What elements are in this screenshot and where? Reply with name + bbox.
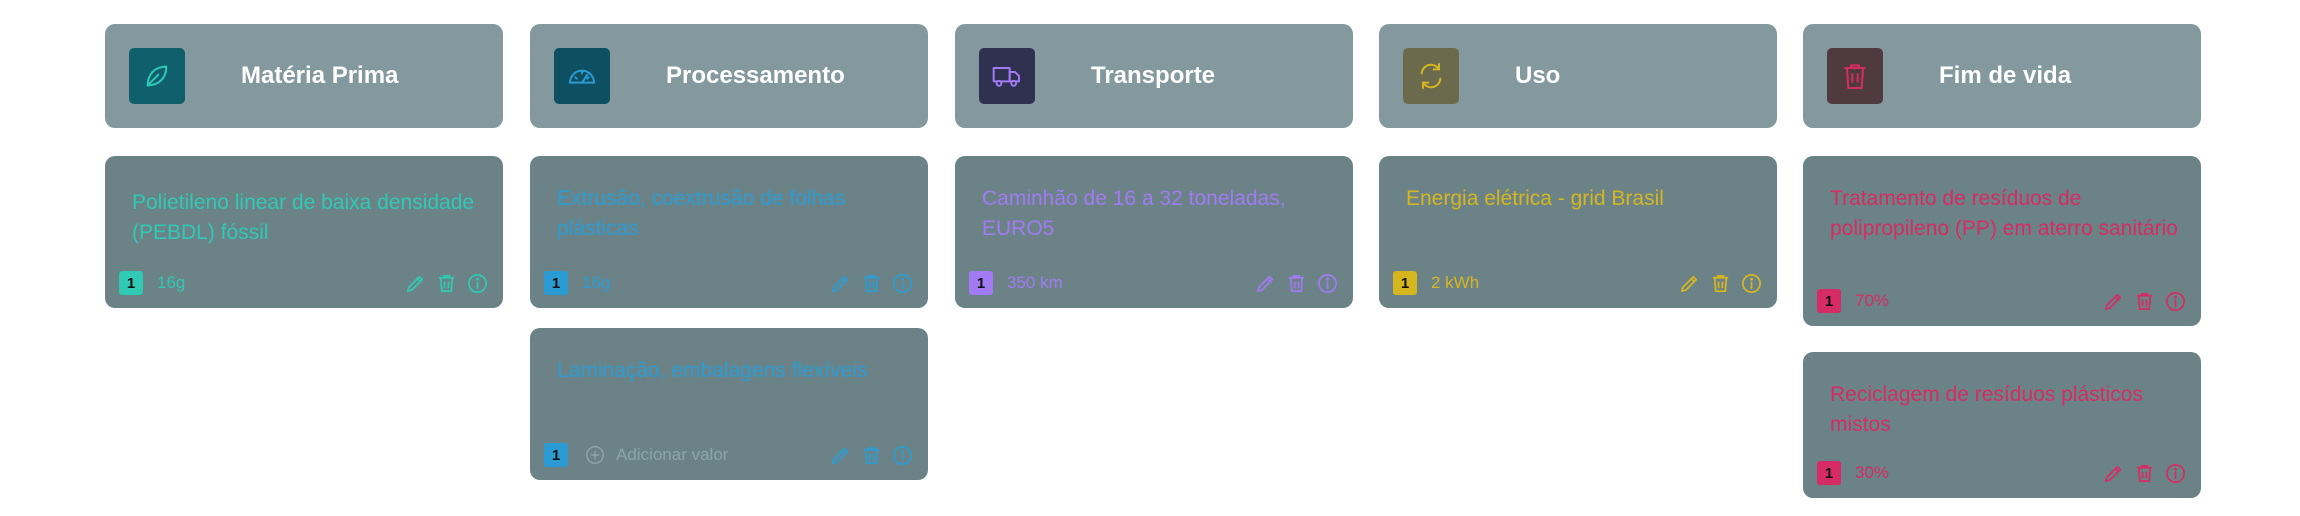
item-quantity: 350 km: [1007, 273, 1063, 292]
item-actions: [1678, 272, 1763, 295]
item-footer: 1 70%: [1817, 288, 2187, 314]
item-description: Extrusão, coextrusão de folhas plásticas: [557, 187, 846, 240]
info-icon[interactable]: [1740, 272, 1763, 295]
item-badge: 1: [119, 271, 143, 295]
edit-icon[interactable]: [829, 272, 852, 295]
column-fim-de-vida: Fim de vida Tratamento de resíduos de po…: [1803, 24, 2201, 498]
item-quantity: 30%: [1855, 463, 1890, 482]
item-badge: 1: [1817, 461, 1841, 485]
item-footer: 1 16g: [119, 270, 489, 296]
info-icon[interactable]: [891, 272, 914, 295]
item-quantity: 70%: [1855, 291, 1890, 310]
item-description: Tratamento de resíduos de polipropileno …: [1830, 187, 2178, 240]
item-card[interactable]: Laminação, embalagens flexíveis 1 Adicio…: [530, 328, 928, 480]
item-badge: 1: [544, 443, 568, 467]
item-card[interactable]: Polietileno linear de baixa densidade (P…: [105, 156, 503, 308]
info-icon[interactable]: [891, 444, 914, 467]
info-icon[interactable]: [1316, 272, 1339, 295]
item-actions: [1254, 272, 1339, 295]
item-card[interactable]: Caminhão de 16 a 32 toneladas, EURO5 1 3…: [955, 156, 1353, 308]
item-description: Energia elétrica - grid Brasil: [1406, 187, 1664, 210]
item-badge: 1: [544, 271, 568, 295]
delete-icon[interactable]: [2133, 290, 2156, 313]
item-footer: 1 350 km: [969, 270, 1339, 296]
edit-icon[interactable]: [2102, 462, 2125, 485]
item-description: Polietileno linear de baixa densidade (P…: [132, 191, 475, 244]
delete-icon[interactable]: [1285, 272, 1308, 295]
item-quantity: 16g: [582, 273, 611, 292]
column-header: Fim de vida: [1803, 24, 2201, 128]
delete-icon[interactable]: [860, 444, 883, 467]
info-icon[interactable]: [2164, 462, 2187, 485]
column-header: Uso: [1379, 24, 1777, 128]
refresh-icon: [1403, 48, 1459, 104]
item-card[interactable]: Energia elétrica - grid Brasil 1 2 kWh: [1379, 156, 1777, 308]
item-card[interactable]: Extrusão, coextrusão de folhas plásticas…: [530, 156, 928, 308]
delete-icon[interactable]: [1709, 272, 1732, 295]
edit-icon[interactable]: [1254, 272, 1277, 295]
truck-icon: [979, 48, 1035, 104]
add-value-label: Adicionar valor: [616, 445, 729, 464]
item-description: Laminação, embalagens flexíveis: [557, 359, 868, 382]
delete-icon[interactable]: [2133, 462, 2156, 485]
add-value-button[interactable]: Adicionar valor: [584, 444, 728, 466]
column-header: Matéria Prima: [105, 24, 503, 128]
item-footer: 1 30%: [1817, 460, 2187, 486]
column-title: Processamento: [666, 62, 845, 89]
item-description: Reciclagem de resíduos plásticos mistos: [1830, 383, 2143, 436]
column-title: Transporte: [1091, 62, 1216, 89]
item-quantity: 16g: [157, 273, 186, 292]
gauge-icon: [554, 48, 610, 104]
leaf-icon: [129, 48, 185, 104]
edit-icon[interactable]: [829, 444, 852, 467]
item-actions: [829, 272, 914, 295]
info-icon[interactable]: [2164, 290, 2187, 313]
column-materia-prima: Matéria Prima Polietileno linear de baix…: [105, 24, 503, 308]
item-quantity: 2 kWh: [1431, 273, 1480, 292]
item-footer: 1 2 kWh: [1393, 270, 1763, 296]
item-footer: 1 16g: [544, 270, 914, 296]
item-actions: [404, 272, 489, 295]
item-description: Caminhão de 16 a 32 toneladas, EURO5: [982, 187, 1286, 240]
column-title: Matéria Prima: [241, 62, 399, 89]
edit-icon[interactable]: [1678, 272, 1701, 295]
delete-icon[interactable]: [435, 272, 458, 295]
edit-icon[interactable]: [404, 272, 427, 295]
column-header: Transporte: [955, 24, 1353, 128]
column-title: Uso: [1515, 62, 1561, 89]
column-uso: Uso Energia elétrica - grid Brasil 1 2 k…: [1379, 24, 1777, 308]
item-actions: [2102, 462, 2187, 485]
item-card[interactable]: Tratamento de resíduos de polipropileno …: [1803, 156, 2201, 326]
column-header: Processamento: [530, 24, 928, 128]
item-badge: 1: [969, 271, 993, 295]
info-icon[interactable]: [466, 272, 489, 295]
column-processamento: Processamento Extrusão, coextrusão de fo…: [530, 24, 928, 480]
item-badge: 1: [1817, 289, 1841, 313]
item-badge: 1: [1393, 271, 1417, 295]
item-actions: [829, 444, 914, 467]
trash-icon: [1827, 48, 1883, 104]
item-footer: 1 Adicionar valor: [544, 442, 914, 468]
item-actions: [2102, 290, 2187, 313]
column-transporte: Transporte Caminhão de 16 a 32 toneladas…: [955, 24, 1353, 308]
column-title: Fim de vida: [1939, 62, 2072, 89]
delete-icon[interactable]: [860, 272, 883, 295]
item-card[interactable]: Reciclagem de resíduos plásticos mistos …: [1803, 352, 2201, 498]
plus-circle-icon: [586, 446, 604, 464]
edit-icon[interactable]: [2102, 290, 2125, 313]
